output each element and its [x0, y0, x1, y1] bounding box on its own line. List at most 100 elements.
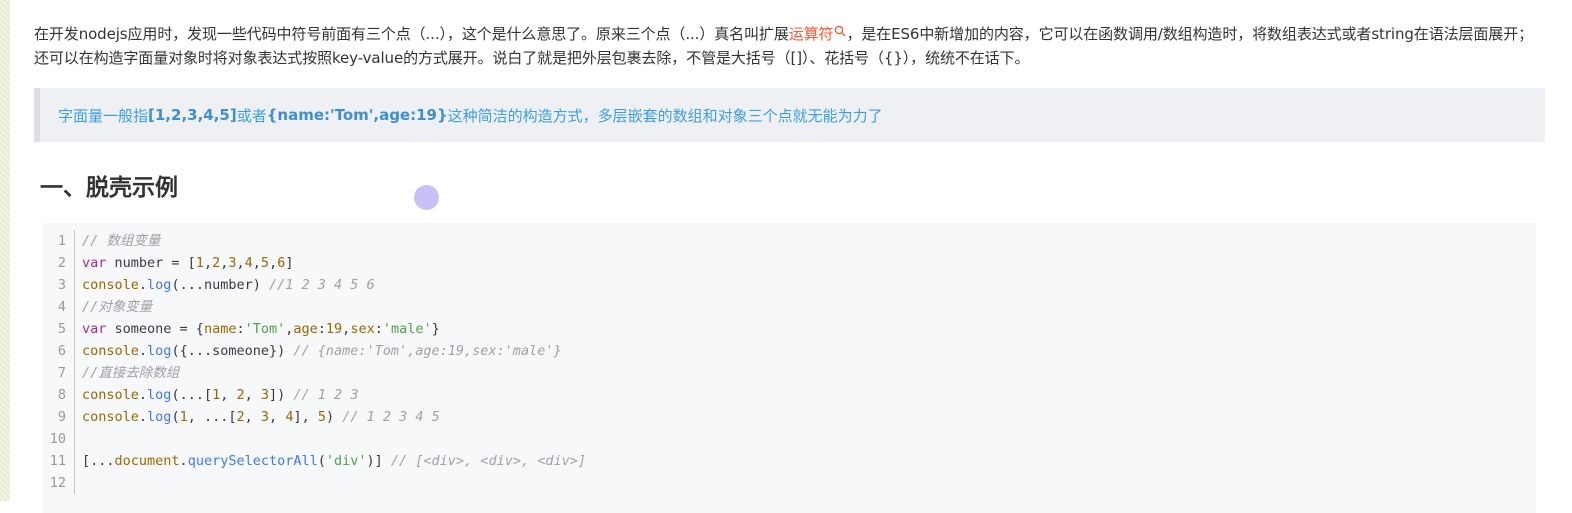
code-token: sex: [350, 321, 375, 337]
line-number: 5: [42, 318, 75, 340]
line-number: 2: [42, 252, 75, 274]
code-block[interactable]: 1// 数组变量 2 var number = [1,2,3,4,5,6] 3 cons…: [42, 223, 1536, 513]
code-token: ,: [244, 387, 261, 403]
line-number: 3: [42, 274, 75, 296]
line-number: 8: [42, 384, 75, 406]
code-token: ]: [285, 255, 294, 271]
code-text: var someone = {name:'Tom',age:19,sex:'ma…: [75, 318, 440, 340]
article-body: 在开发nodejs应用时，发现一些代码中符号前面有三个点（...），这个是什么意…: [34, 0, 1546, 142]
code-line: 8 console.log(...[1, 2, 3]) // 1 2 3: [42, 384, 358, 406]
code-token: 3: [260, 387, 270, 403]
blockquote-note: 字面量一般指 [1,2,3,4,5] 或者 {name:'Tom',age:19…: [34, 88, 1545, 142]
code-text: console.log({...someone}) // {name:'Tom'…: [75, 340, 562, 362]
code-token: (...number): [171, 277, 269, 293]
code-token: 2: [212, 255, 221, 271]
code-token: .: [138, 343, 148, 359]
line-number: 10: [42, 428, 75, 450]
code-token: 2: [236, 409, 245, 425]
code-line: 10: [42, 428, 82, 450]
code-line: 5 var someone = {name:'Tom',age:19,sex:'m…: [42, 318, 440, 340]
operator-link[interactable]: 运算符: [789, 25, 847, 43]
quote-text-1: 字面量一般指: [58, 106, 149, 125]
code-text: console.log(...[1, 2, 3]) // 1 2 3: [75, 384, 358, 406]
code-token: ,: [236, 255, 245, 271]
code-text: [...document.querySelectorAll('div')] //…: [75, 450, 586, 472]
code-line: 7 //直接去除数组: [42, 362, 179, 384]
code-token: 'male': [382, 321, 432, 337]
quote-text-3: 这种简洁的构造方式，多层嵌套的数组和对象三个点就无能为力了: [447, 106, 883, 125]
code-token: // 数组变量: [82, 233, 161, 249]
code-token: :: [317, 321, 326, 337]
line-number: 7: [42, 362, 75, 384]
code-token: , ...[: [187, 409, 237, 425]
code-text: // 数组变量: [75, 230, 160, 252]
code-token: console: [82, 409, 139, 425]
code-token: 1: [195, 255, 204, 271]
code-token: ,: [203, 255, 213, 271]
code-token: .: [138, 409, 148, 425]
code-token: }: [431, 321, 440, 337]
code-token: log: [147, 387, 172, 403]
quote-text-2: 或者: [236, 106, 267, 125]
code-token: console: [82, 387, 139, 403]
code-token: 3: [228, 255, 237, 271]
cursor-indicator: [414, 185, 439, 210]
code-token: var: [82, 321, 107, 337]
code-token: [...: [82, 453, 115, 469]
code-line: 11 [...document.querySelectorAll('div')] …: [42, 450, 586, 472]
code-token: (: [171, 409, 180, 425]
line-number: 12: [42, 472, 75, 494]
code-token: ,: [269, 409, 286, 425]
code-line: 12: [42, 472, 82, 494]
code-token: querySelectorAll: [187, 453, 318, 469]
line-number: 9: [42, 406, 75, 428]
code-token: (...[: [171, 387, 213, 403]
code-token: log: [147, 277, 172, 293]
code-line: 3 console.log(...number) //1 2 3 4 5 6: [42, 274, 375, 296]
code-token: 1: [179, 409, 188, 425]
code-token: //直接去除数组: [82, 365, 180, 381]
line-number: 1: [42, 230, 75, 252]
quote-bold-object: {name:'Tom',age:19}: [266, 106, 448, 124]
code-token: 5: [317, 409, 326, 425]
code-token: )]: [366, 453, 391, 469]
code-text: //直接去除数组: [75, 362, 179, 384]
code-text: //对象变量: [75, 296, 152, 318]
intro-paragraph: 在开发nodejs应用时，发现一些代码中符号前面有三个点（...），这个是什么意…: [34, 0, 1546, 70]
code-line: 6 console.log({...someone}) // {name:'Tom…: [42, 340, 562, 362]
code-token: 3: [260, 409, 270, 425]
code-line: 1 // 数组变量: [42, 230, 160, 252]
code-token: 2: [236, 387, 245, 403]
code-token: //对象变量: [82, 299, 153, 315]
code-token: ({...someone}): [171, 343, 294, 359]
code-token: document: [114, 453, 180, 469]
code-token: .: [138, 387, 148, 403]
code-token: log: [147, 343, 172, 359]
code-token: 'div': [325, 453, 367, 469]
code-token: :: [236, 321, 245, 337]
section-heading: 一、脱壳示例: [40, 175, 178, 201]
code-token: age: [293, 321, 318, 337]
code-token: // 1 2 3 4 5: [342, 409, 440, 425]
line-number: 4: [42, 296, 75, 318]
code-token: ,: [252, 255, 261, 271]
code-line: 9 console.log(1, ...[2, 3, 4], 5) // 1 2 …: [42, 406, 440, 428]
code-text: console.log(...number) //1 2 3 4 5 6: [75, 274, 375, 296]
line-number: 11: [42, 450, 75, 472]
line-number: 6: [42, 340, 75, 362]
code-text: console.log(1, ...[2, 3, 4], 5) // 1 2 3…: [75, 406, 440, 428]
operator-link-label[interactable]: 运算符: [789, 25, 834, 43]
code-line: 2 var number = [1,2,3,4,5,6]: [42, 252, 293, 274]
code-token: 19: [325, 321, 343, 337]
code-token: ,: [244, 409, 261, 425]
code-token: console: [82, 343, 139, 359]
search-icon[interactable]: [834, 25, 846, 37]
code-token: ,: [220, 387, 237, 403]
code-token: :: [374, 321, 383, 337]
code-token: // [<div>, <div>, <div>]: [390, 453, 586, 469]
code-text: var number = [1,2,3,4,5,6]: [75, 252, 293, 274]
code-token: .: [179, 453, 188, 469]
code-token: 'Tom': [244, 321, 286, 337]
